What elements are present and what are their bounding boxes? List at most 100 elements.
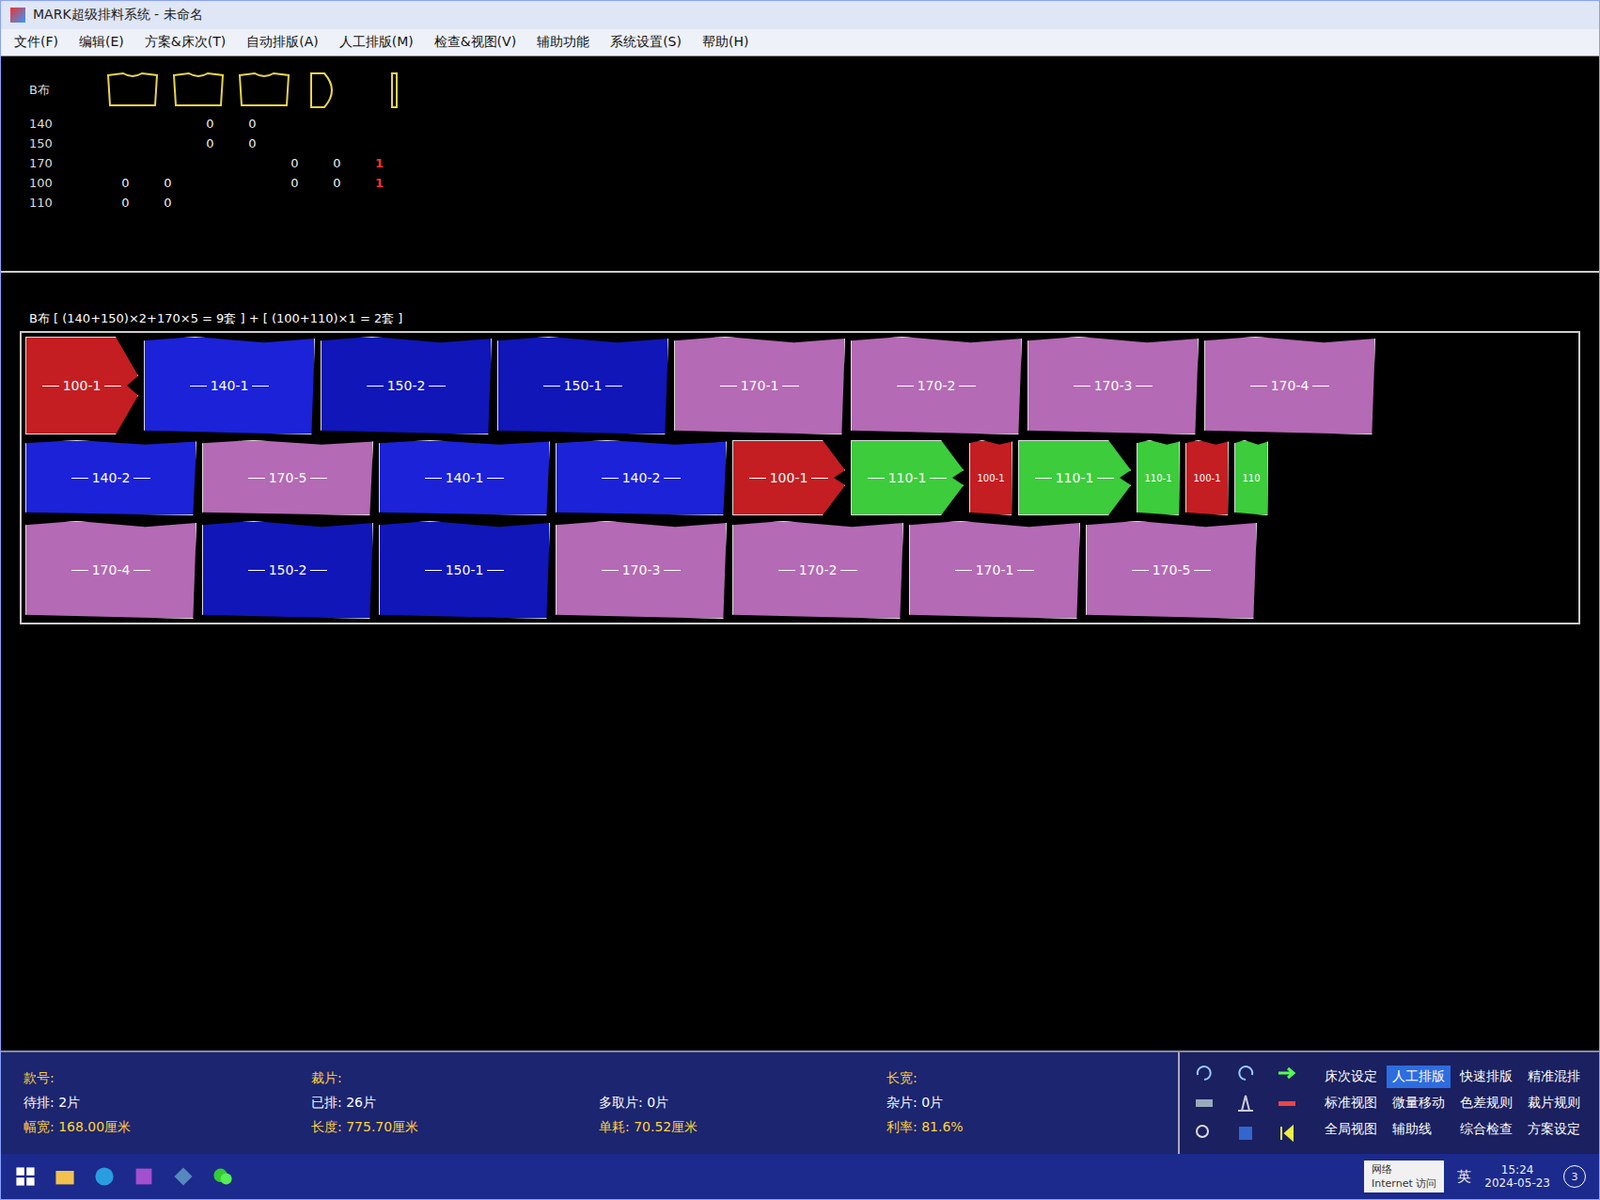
- size-row: 10000001: [29, 175, 1571, 190]
- tool-button[interactable]: 快速排版: [1454, 1065, 1519, 1088]
- piece-table: B布14000150001700011000000111000: [0, 56, 1600, 273]
- marker-piece[interactable]: 170-4: [1204, 336, 1376, 435]
- mark-icon[interactable]: [172, 1164, 195, 1188]
- marker-piece[interactable]: 100-1: [969, 439, 1013, 516]
- pattern-piece-icon[interactable]: [235, 69, 293, 111]
- marker-piece[interactable]: 170-2: [732, 520, 904, 619]
- tool-button[interactable]: 床次设定: [1318, 1065, 1383, 1088]
- tool-icon[interactable]: [1275, 1061, 1299, 1084]
- piece-label: 170-5: [268, 470, 308, 486]
- ime-indicator[interactable]: 英: [1457, 1167, 1472, 1186]
- menu-item[interactable]: 文件(F): [12, 32, 61, 52]
- marker-piece[interactable]: 170-1: [909, 520, 1081, 619]
- app-icon[interactable]: [132, 1164, 156, 1188]
- count-cell: 0: [104, 175, 147, 190]
- notification-badge[interactable]: 3: [1563, 1164, 1586, 1188]
- tool-icon[interactable]: [1234, 1121, 1257, 1145]
- windows-icon[interactable]: [14, 1164, 37, 1188]
- grain-line: [189, 385, 207, 387]
- grain-line: [248, 569, 266, 571]
- piece-label: 100-1: [1192, 472, 1221, 484]
- tool-button[interactable]: 色差规则: [1454, 1091, 1519, 1114]
- tool-button[interactable]: 人工排版: [1386, 1065, 1451, 1088]
- marker-piece[interactable]: 170-1: [674, 336, 846, 435]
- piece-label: 150-1: [564, 377, 603, 393]
- date: 2024-05-23: [1484, 1176, 1551, 1190]
- marker-piece[interactable]: 140-1: [143, 336, 315, 435]
- marker-piece[interactable]: 150-2: [202, 520, 374, 619]
- menu-item[interactable]: 系统设置(S): [608, 32, 684, 52]
- folder-icon[interactable]: [53, 1164, 77, 1188]
- edge-icon[interactable]: [93, 1164, 116, 1188]
- marker-piece[interactable]: 150-1: [378, 520, 550, 619]
- marker-piece[interactable]: 170-5: [202, 439, 374, 516]
- menu-item[interactable]: 辅助功能: [534, 32, 592, 52]
- marker-lane: 140-2170-5140-1140-2100-1110-1100-1110-1…: [25, 439, 1575, 516]
- menu-item[interactable]: 编辑(E): [77, 32, 126, 52]
- tool-button[interactable]: 辅助线: [1386, 1117, 1451, 1141]
- tool-icon[interactable]: [1234, 1091, 1257, 1114]
- grain-line: [1135, 385, 1153, 387]
- marker-piece[interactable]: 170-5: [1085, 520, 1257, 619]
- tool-button[interactable]: 综合检查: [1454, 1117, 1519, 1141]
- tool-button[interactable]: 方案设定: [1521, 1117, 1586, 1141]
- marker-piece[interactable]: 110: [1234, 439, 1269, 516]
- piece-label: 140-1: [210, 377, 250, 393]
- marker-piece[interactable]: 170-4: [25, 520, 197, 619]
- marker-piece[interactable]: 170-3: [555, 520, 727, 619]
- marker-piece[interactable]: 100-1: [25, 336, 139, 435]
- marker-piece[interactable]: 170-3: [1027, 336, 1199, 435]
- marker-piece[interactable]: 150-1: [497, 336, 669, 435]
- tool-icon[interactable]: [1192, 1121, 1216, 1145]
- tool-icon[interactable]: [1234, 1061, 1257, 1084]
- marker-piece[interactable]: 110-1: [1136, 439, 1180, 516]
- wechat-icon[interactable]: [211, 1164, 235, 1188]
- piece-label: 170-5: [1152, 562, 1192, 578]
- piece-label: 100-1: [976, 472, 1004, 484]
- tool-icon[interactable]: [1192, 1061, 1216, 1084]
- menu-item[interactable]: 人工排版(M): [337, 32, 416, 52]
- marker-piece[interactable]: 100-1: [732, 439, 846, 516]
- tool-button[interactable]: 精准混排: [1521, 1065, 1586, 1088]
- grain-line: [720, 385, 738, 387]
- network-tooltip: 网络Internet 访问: [1364, 1160, 1444, 1193]
- piece-label: 170-4: [92, 562, 131, 578]
- menu-item[interactable]: 自动排版(A): [244, 32, 321, 52]
- status-field: 款号:: [23, 1069, 293, 1087]
- marker-piece[interactable]: 150-2: [320, 336, 492, 435]
- grain-line: [71, 569, 89, 571]
- marker-piece[interactable]: 100-1: [1185, 439, 1229, 516]
- pattern-piece-icon[interactable]: [104, 69, 161, 111]
- tool-button[interactable]: 全局视图: [1318, 1117, 1383, 1141]
- pattern-piece-icon[interactable]: [301, 69, 359, 111]
- marker-piece[interactable]: 110-1: [1018, 439, 1131, 516]
- tool-icon[interactable]: [1192, 1091, 1216, 1114]
- status-field: 长度: 775.70厘米: [311, 1118, 581, 1136]
- menu-item[interactable]: 方案&床次(T): [142, 32, 228, 52]
- tool-icon[interactable]: [1275, 1091, 1299, 1114]
- count-cell: 0: [188, 136, 232, 151]
- fabric-label: B布: [29, 81, 105, 99]
- grain-line: [601, 569, 619, 571]
- marker-piece[interactable]: 170-2: [850, 336, 1022, 435]
- marker-piece[interactable]: 140-2: [555, 439, 727, 516]
- grain-line: [1097, 477, 1114, 479]
- clock[interactable]: 15:242024-05-23: [1484, 1162, 1551, 1190]
- pattern-piece-icon[interactable]: [170, 69, 227, 111]
- menu-item[interactable]: 帮助(H): [700, 32, 751, 52]
- marker-piece[interactable]: 140-1: [378, 439, 550, 516]
- count-cell: 0: [231, 116, 274, 131]
- tool-panel: 床次设定人工排版快速排版精准混排标准视图微量移动色差规则裁片规则全局视图辅助线综…: [1177, 1051, 1600, 1154]
- marker-piece[interactable]: 140-2: [25, 439, 197, 516]
- tool-button[interactable]: 微量移动: [1386, 1091, 1451, 1114]
- marker-piece[interactable]: 110-1: [850, 439, 964, 516]
- tool-icon[interactable]: [1275, 1121, 1299, 1145]
- status-field: 长宽:: [886, 1069, 1156, 1087]
- grain-line: [778, 569, 796, 571]
- piece-label: 170-2: [917, 377, 957, 393]
- menu-item[interactable]: 检查&视图(V): [432, 32, 518, 52]
- grain-line: [310, 477, 328, 479]
- tool-button[interactable]: 标准视图: [1318, 1091, 1383, 1114]
- pattern-piece-icon[interactable]: [367, 69, 424, 111]
- tool-button[interactable]: 裁片规则: [1521, 1091, 1586, 1114]
